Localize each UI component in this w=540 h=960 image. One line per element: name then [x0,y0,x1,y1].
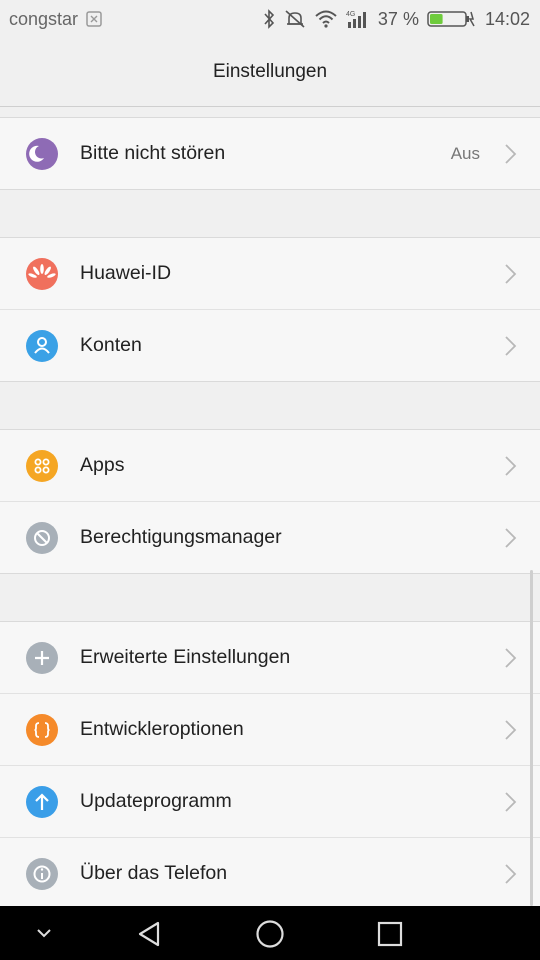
alarm-off-icon [284,9,306,29]
collapse-icon[interactable] [32,923,56,943]
settings-item[interactable]: Apps [0,430,540,502]
settings-item-label: Berechtigungsmanager [80,526,282,548]
settings-item[interactable]: Konten [0,310,540,381]
recents-icon[interactable] [374,919,406,949]
settings-item-label: Über das Telefon [80,862,228,884]
settings-item-label: Apps [80,454,125,476]
bluetooth-icon [262,9,276,29]
settings-item[interactable]: Entwickleroptionen [0,694,540,766]
settings-list: Bitte nicht stören Aus Huawei-ID Konten Apps… [0,117,540,910]
clock: 14:02 [484,8,530,29]
settings-item[interactable]: Bitte nicht stören Aus [0,118,540,189]
settings-group: Bitte nicht stören Aus [0,117,540,190]
plus-icon [26,641,58,674]
info-icon [26,857,58,890]
apps-icon [26,449,58,482]
chevron-right-icon [502,143,518,165]
chevron-right-icon [502,719,518,741]
account-icon [26,329,58,362]
settings-item-label: Bitte nicht stören [80,142,226,164]
scrollbar[interactable] [530,570,533,906]
settings-item-label: Erweiterte Einstellungen [80,646,291,668]
wifi-icon [314,10,338,28]
chevron-right-icon [502,263,518,285]
chevron-right-icon [502,863,518,885]
battery-percent: 37 % [377,8,419,29]
braces-icon [26,713,58,746]
settings-item[interactable]: Huawei-ID [0,238,540,310]
settings-item-label: Entwickleroptionen [80,718,244,740]
page-title: Einstellungen [212,61,328,82]
signal-icon: 4G [346,9,370,29]
permission-icon [26,521,58,554]
back-icon[interactable] [134,919,166,949]
chevron-right-icon [502,791,518,813]
arrow-up-icon [26,785,58,818]
chevron-right-icon [502,455,518,477]
chevron-right-icon [502,335,518,357]
home-icon[interactable] [254,919,286,949]
navigation-bar [0,906,540,960]
status-bar: congstar 4G 37 % 14:02 [0,0,540,38]
settings-item[interactable]: Berechtigungsmanager [0,502,540,573]
svg-text:4G: 4G [346,11,355,18]
moon-icon [26,137,58,170]
title-divider [0,106,540,107]
settings-item-label: Updateprogramm [80,790,232,812]
huawei-icon [26,257,58,290]
settings-item-value: Aus [450,143,480,163]
battery-icon [427,10,477,28]
settings-item[interactable]: Über das Telefon [0,838,540,909]
carrier-label: congstar [9,8,79,29]
chevron-right-icon [502,527,518,549]
sim-icon [86,11,102,27]
settings-item-label: Konten [80,334,142,356]
settings-group: Erweiterte Einstellungen Entwickleroption… [0,621,540,910]
chevron-right-icon [502,647,518,669]
settings-group: Apps Berechtigungsmanager [0,429,540,574]
page-title-bar: Einstellungen [0,38,540,106]
settings-item[interactable]: Updateprogramm [0,766,540,838]
settings-item-label: Huawei-ID [80,262,172,284]
settings-group: Huawei-ID Konten [0,237,540,382]
settings-item[interactable]: Erweiterte Einstellungen [0,622,540,694]
